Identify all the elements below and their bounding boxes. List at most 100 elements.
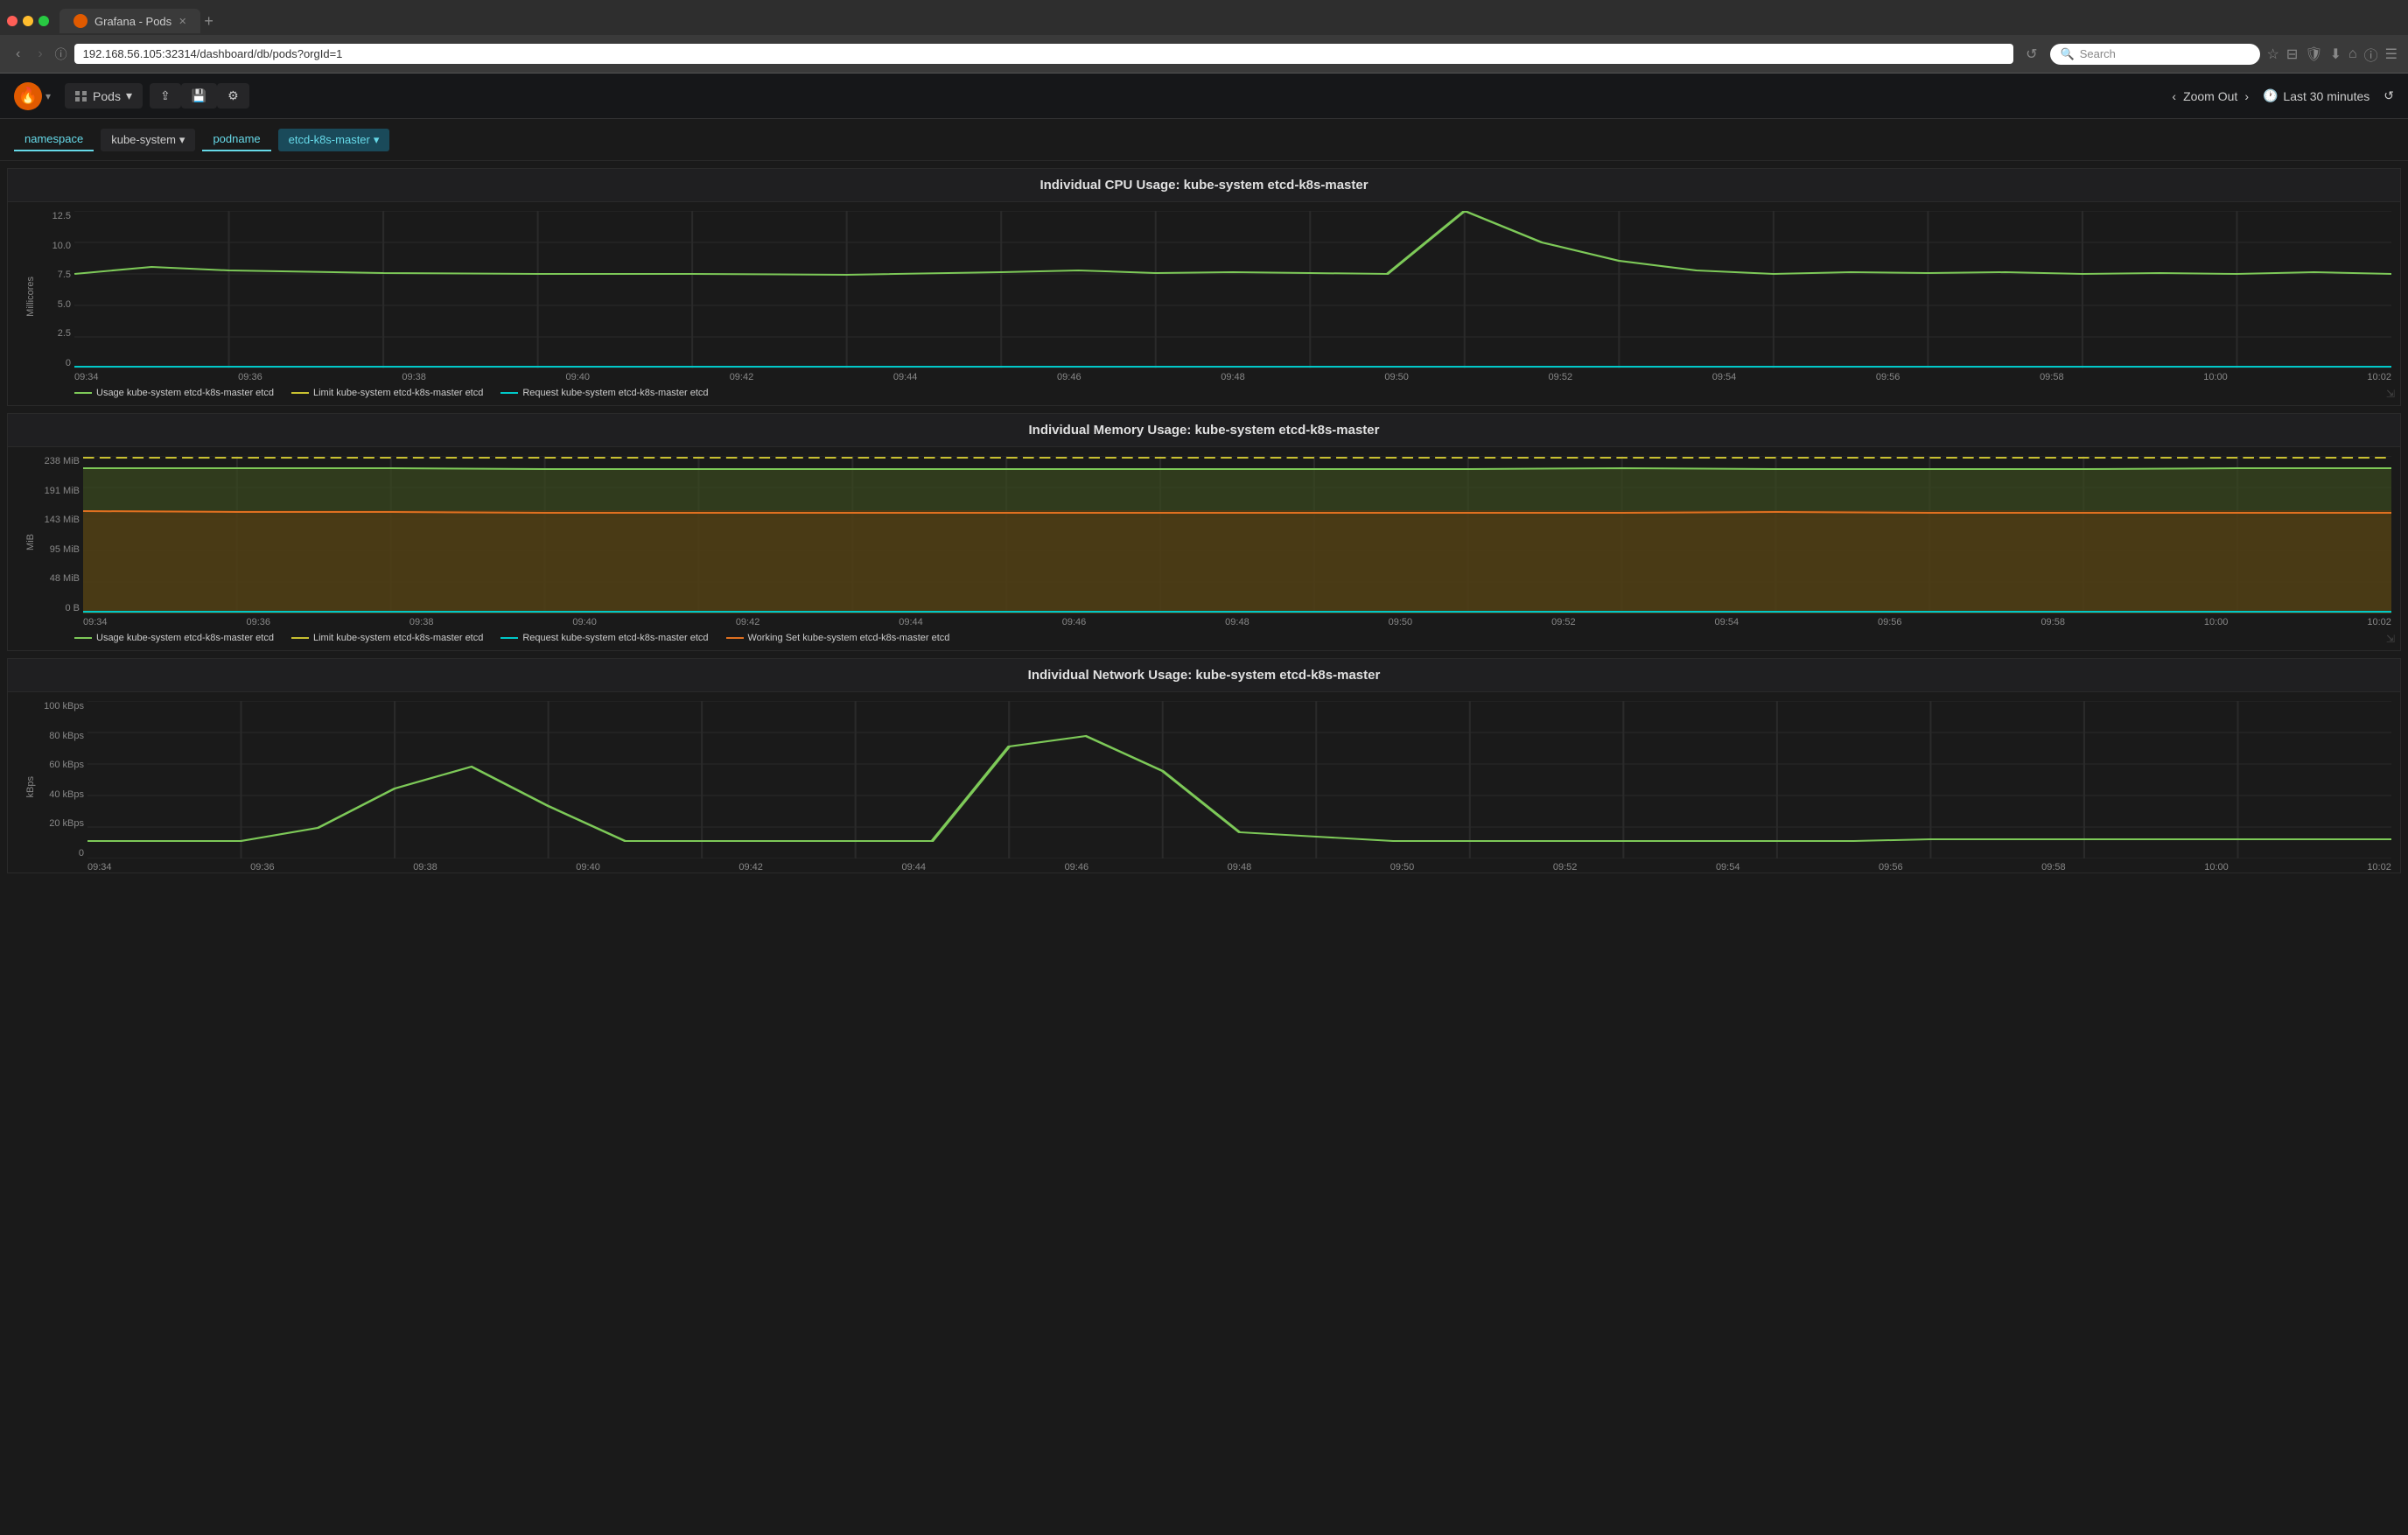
maximize-dot[interactable] — [38, 16, 49, 26]
namespace-filter[interactable]: namespace — [14, 128, 94, 151]
net-x2: 09:36 — [250, 862, 275, 873]
tab-close-button[interactable]: ✕ — [178, 16, 186, 27]
memory-drag-handle[interactable]: ⇲ — [2386, 633, 2395, 645]
cpu-drag-handle[interactable]: ⇲ — [2386, 388, 2395, 400]
back-button[interactable]: ‹ — [10, 43, 25, 66]
dashboard-name-button[interactable]: Pods ▾ — [65, 83, 143, 109]
network-chart-title: Individual Network Usage: kube-system et… — [8, 659, 2400, 692]
net-y1: 0 — [79, 848, 84, 859]
memory-chart-svg — [83, 456, 2391, 613]
tab-bar: Grafana - Pods ✕ + — [0, 0, 2408, 35]
mem-y3: 95 MiB — [50, 544, 80, 555]
close-dot[interactable] — [7, 16, 18, 26]
cpu-y4: 7.5 — [58, 270, 71, 280]
zoom-prev-button[interactable]: ‹ — [2172, 89, 2176, 103]
cpu-usage-label: Usage kube-system etcd-k8s-master etcd — [96, 388, 274, 398]
mem-legend-workingset: Working Set kube-system etcd-k8s-master … — [726, 633, 950, 643]
net-x13: 09:58 — [2041, 862, 2066, 873]
grafana-logo[interactable]: 🔥 — [14, 82, 42, 110]
cpu-x13: 09:58 — [2040, 372, 2064, 382]
nav-icons: ☆ ⊟ 🛡 ⬇ ⌂ ⓘ ☰ — [2267, 44, 2398, 65]
mem-x1: 09:34 — [83, 617, 108, 627]
mem-x9: 09:50 — [1389, 617, 1413, 627]
logo-caret[interactable]: ▾ — [46, 90, 51, 102]
browser-chrome: Grafana - Pods ✕ + ‹ › ⓘ 192.168.56.105:… — [0, 0, 2408, 74]
cpu-x11: 09:54 — [1712, 372, 1737, 382]
info2-icon[interactable]: ⓘ — [2364, 44, 2378, 65]
mem-x8: 09:48 — [1225, 617, 1250, 627]
cpu-y-axis-label: Millicores — [25, 277, 36, 317]
zoom-controls: ‹ Zoom Out › — [2172, 89, 2249, 103]
gear-icon: ⚙ — [228, 88, 239, 103]
cpu-legend-usage: Usage kube-system etcd-k8s-master etcd — [74, 388, 274, 398]
net-x8: 09:48 — [1228, 862, 1252, 873]
net-y2: 20 kBps — [49, 818, 84, 829]
refresh-button[interactable]: ↺ — [2384, 88, 2394, 103]
cpu-x8: 09:48 — [1221, 372, 1245, 382]
dropdown-caret: ▾ — [179, 133, 186, 147]
share-button[interactable]: ⇪ — [150, 83, 181, 109]
mem-x10: 09:52 — [1551, 617, 1576, 627]
cpu-chart-title: Individual CPU Usage: kube-system etcd-k… — [8, 169, 2400, 202]
mem-workingset-label: Working Set kube-system etcd-k8s-master … — [748, 633, 950, 643]
reload-button[interactable]: ↺ — [2020, 42, 2042, 67]
window-controls — [7, 16, 49, 26]
mem-usage-line — [74, 637, 92, 639]
cpu-x12: 09:56 — [1876, 372, 1900, 382]
forward-button[interactable]: › — [32, 43, 47, 66]
search-icon: 🔍 — [2061, 47, 2075, 61]
net-y4: 60 kBps — [49, 760, 84, 770]
net-y5: 80 kBps — [49, 731, 84, 741]
cpu-y1: 0 — [66, 358, 71, 368]
home-icon[interactable]: ⌂ — [2348, 46, 2357, 62]
mem-x15: 10:02 — [2367, 617, 2391, 627]
save-button[interactable]: 💾 — [181, 83, 217, 109]
mem-x12: 09:56 — [1878, 617, 1902, 627]
cpu-x10: 09:52 — [1549, 372, 1573, 382]
podname-filter[interactable]: podname — [202, 128, 270, 151]
menu-icon[interactable]: ☰ — [2385, 46, 2398, 63]
filter-bar: namespace kube-system ▾ podname etcd-k8s… — [0, 119, 2408, 161]
mem-legend-limit: Limit kube-system etcd-k8s-master etcd — [291, 633, 483, 643]
reader-icon[interactable]: ⊟ — [2286, 46, 2298, 63]
search-bar[interactable]: 🔍 Search — [2050, 44, 2260, 65]
download-icon[interactable]: ⬇ — [2330, 46, 2342, 63]
net-y-axis-label: kBps — [25, 776, 36, 797]
kube-system-filter[interactable]: kube-system ▾ — [101, 129, 195, 151]
cpu-x7: 09:46 — [1057, 372, 1082, 382]
dashboard-name-label: Pods — [93, 89, 121, 103]
mem-usage-label: Usage kube-system etcd-k8s-master etcd — [96, 633, 274, 643]
etcd-filter[interactable]: etcd-k8s-master ▾ — [278, 129, 390, 151]
grid-icon — [75, 91, 88, 102]
mem-y-axis-label: MiB — [25, 534, 36, 550]
minimize-dot[interactable] — [23, 16, 33, 26]
mem-x4: 09:40 — [572, 617, 597, 627]
mem-legend-request: Request kube-system etcd-k8s-master etcd — [500, 633, 708, 643]
url-text: 192.168.56.105:32314/dashboard/db/pods?o… — [83, 47, 343, 60]
new-tab-button[interactable]: + — [204, 12, 214, 31]
mem-request-label: Request kube-system etcd-k8s-master etcd — [522, 633, 708, 643]
mem-limit-line — [291, 637, 309, 639]
time-range-picker[interactable]: 🕐 Last 30 minutes — [2263, 88, 2370, 103]
cpu-x5: 09:42 — [730, 372, 754, 382]
shield-icon[interactable]: 🛡 — [2305, 46, 2322, 63]
mem-x6: 09:44 — [899, 617, 923, 627]
cpu-x15: 10:02 — [2367, 372, 2391, 382]
cpu-chart-svg — [74, 211, 2391, 368]
net-x6: 09:44 — [901, 862, 926, 873]
cpu-x6: 09:44 — [893, 372, 918, 382]
zoom-out-label[interactable]: Zoom Out — [2183, 89, 2237, 103]
dropdown-arrow: ▾ — [126, 88, 132, 103]
active-tab[interactable]: Grafana - Pods ✕ — [60, 9, 200, 33]
settings-button[interactable]: ⚙ — [217, 83, 249, 109]
nav-bar: ‹ › ⓘ 192.168.56.105:32314/dashboard/db/… — [0, 35, 2408, 74]
url-bar[interactable]: 192.168.56.105:32314/dashboard/db/pods?o… — [74, 44, 2013, 64]
net-y6: 100 kBps — [44, 701, 84, 711]
net-x7: 09:46 — [1065, 862, 1089, 873]
memory-chart-body: MiB 238 MiB 191 MiB 143 MiB 95 MiB 48 Mi… — [8, 447, 2400, 650]
cpu-y6: 12.5 — [52, 211, 71, 221]
bookmark-icon[interactable]: ☆ — [2267, 46, 2279, 63]
zoom-next-button[interactable]: › — [2244, 89, 2249, 103]
mem-x13: 09:58 — [2040, 617, 2065, 627]
net-x3: 09:38 — [413, 862, 438, 873]
